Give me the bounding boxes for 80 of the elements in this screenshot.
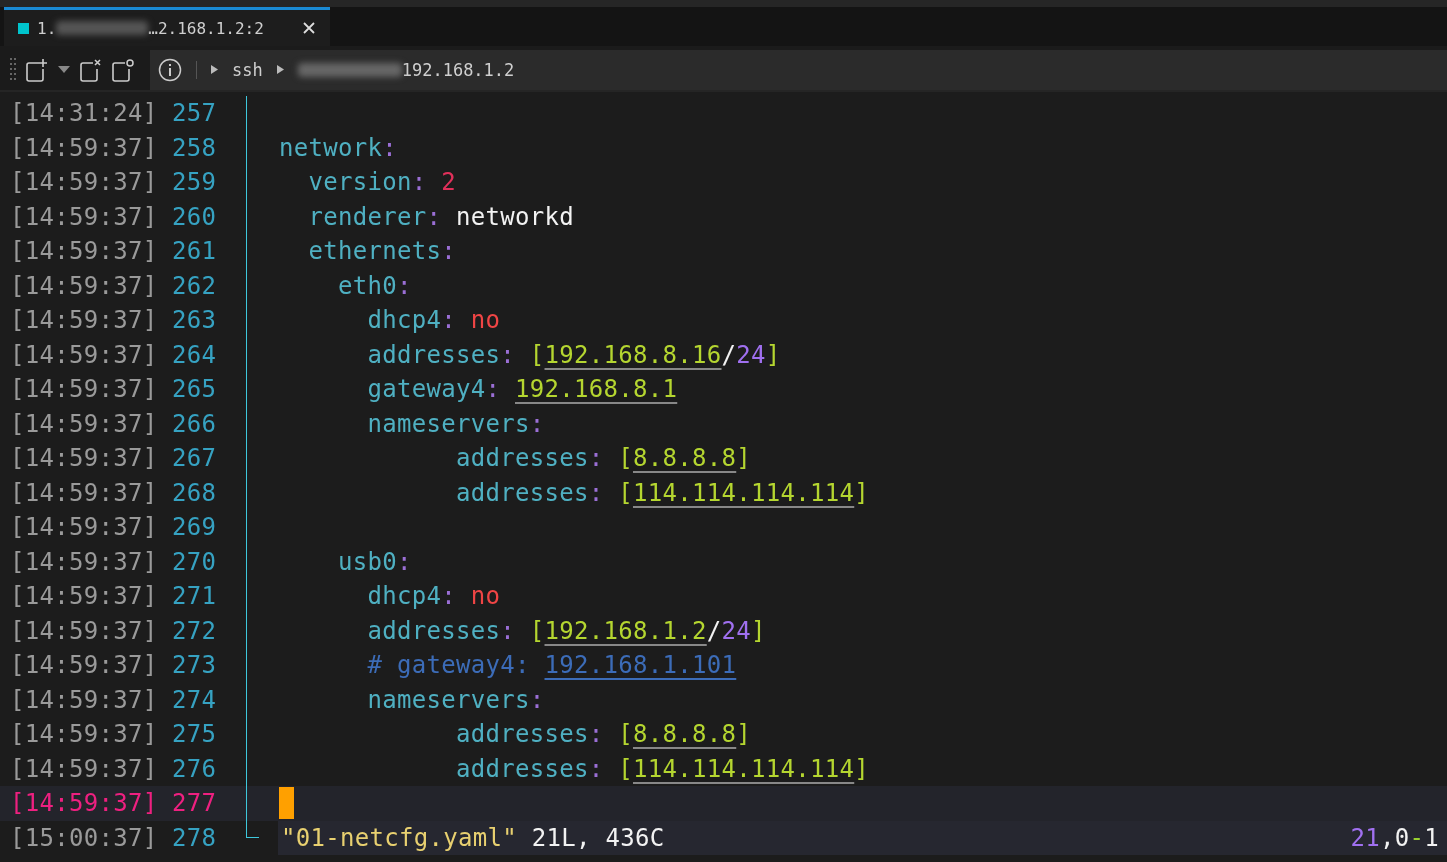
grip-icon[interactable] xyxy=(10,57,16,82)
new-tab-icon[interactable] xyxy=(26,57,48,82)
line-number: 276 xyxy=(172,754,218,783)
timestamp: [14:59:37] xyxy=(9,340,159,369)
code-line: nameservers: xyxy=(366,409,545,438)
code-line: addresses: [114.114.114.114] xyxy=(455,754,869,783)
timestamp: [14:59:37] xyxy=(9,375,159,404)
code-line: addresses: [192.168.1.2/24] xyxy=(366,616,766,645)
line-number: 257 xyxy=(172,99,218,128)
timestamp: [14:59:37] xyxy=(9,478,159,507)
timestamp: [14:59:37] xyxy=(9,306,159,335)
line-number: 264 xyxy=(172,340,218,369)
caret-icon xyxy=(276,65,284,74)
timestamp: [14:59:37] xyxy=(9,582,159,611)
code-line: usb0: xyxy=(337,547,412,576)
line-number: 267 xyxy=(172,444,218,473)
line-number: 260 xyxy=(172,202,218,231)
status-message: "01-netcfg.yaml" 21L, 436C xyxy=(281,823,665,852)
caret-icon[interactable] xyxy=(58,65,70,74)
line-number: 274 xyxy=(172,685,218,714)
timestamp: [14:59:37] xyxy=(9,271,159,300)
timestamp: [14:59:37] xyxy=(9,616,159,645)
timestamp: [14:59:37] xyxy=(9,168,159,197)
line-number: 273 xyxy=(172,651,218,680)
line-number: 268 xyxy=(172,478,218,507)
code-line: addresses: [114.114.114.114] xyxy=(455,478,869,507)
code-line: version: 2 xyxy=(307,168,456,197)
terminal-tab[interactable]: 1. …2.168.1.2:2 xyxy=(4,7,330,46)
breadcrumb-item[interactable]: 192.168.1.2 xyxy=(401,59,515,80)
timestamp: [14:59:37] xyxy=(9,444,159,473)
code-line: dhcp4: no xyxy=(366,306,501,335)
timestamp: [15:00:37] xyxy=(9,823,159,852)
timestamp: [14:59:37] xyxy=(9,720,159,749)
line-number: 271 xyxy=(172,582,218,611)
caret-icon xyxy=(211,65,218,74)
text-cursor xyxy=(279,787,294,820)
code-line: nameservers: xyxy=(366,685,545,714)
breadcrumb-item[interactable]: ssh xyxy=(232,59,263,80)
line-number: 263 xyxy=(172,306,218,335)
line-number: 270 xyxy=(172,547,218,576)
timestamp: [14:59:37] xyxy=(9,789,159,818)
code-line: addresses: [8.8.8.8] xyxy=(455,444,751,473)
line-number: 272 xyxy=(172,616,218,645)
timestamp: [14:59:37] xyxy=(9,513,159,542)
timestamp: [14:59:37] xyxy=(9,754,159,783)
code-line: # gateway4: 192.168.1.101 xyxy=(366,651,737,680)
code-line: renderer: networkd xyxy=(307,202,574,231)
cursor-position: 21,0-1 xyxy=(1350,823,1439,852)
line-number: 269 xyxy=(172,513,218,542)
line-number: 278 xyxy=(172,823,218,852)
close-icon[interactable] xyxy=(302,21,316,35)
tab-settings-icon[interactable] xyxy=(112,57,134,82)
code-line: addresses: [8.8.8.8] xyxy=(455,720,751,749)
code-line: dhcp4: no xyxy=(366,582,501,611)
timestamp: [14:59:37] xyxy=(9,547,159,576)
line-number: 258 xyxy=(172,133,218,162)
code-line: eth0: xyxy=(337,271,412,300)
code-line: addresses: [192.168.8.16/24] xyxy=(366,340,781,369)
code-line: ethernets: xyxy=(307,237,456,266)
line-number: 261 xyxy=(172,237,218,266)
timestamp: [14:59:37] xyxy=(9,133,159,162)
square-icon xyxy=(18,22,29,34)
tab-title: 1. xyxy=(37,18,57,38)
timestamp: [14:59:37] xyxy=(9,202,159,231)
line-number: 262 xyxy=(172,271,218,300)
timestamp: [14:59:37] xyxy=(9,685,159,714)
timestamp: [14:59:37] xyxy=(9,651,159,680)
code-line: gateway4: 192.168.8.1 xyxy=(366,375,678,404)
timestamp: [14:59:37] xyxy=(9,409,159,438)
close-tab-icon[interactable] xyxy=(80,57,102,82)
line-number: 275 xyxy=(172,720,218,749)
line-number: 277 xyxy=(172,789,218,818)
code-line: network: xyxy=(279,133,397,162)
info-icon[interactable] xyxy=(158,57,182,82)
line-number: 266 xyxy=(172,409,218,438)
line-number: 265 xyxy=(172,375,218,404)
timestamp: [14:59:37] xyxy=(9,237,159,266)
tab-title: …2.168.1.2:2 xyxy=(148,18,264,38)
line-number: 259 xyxy=(172,168,218,197)
timestamp: [14:31:24] xyxy=(9,99,159,128)
